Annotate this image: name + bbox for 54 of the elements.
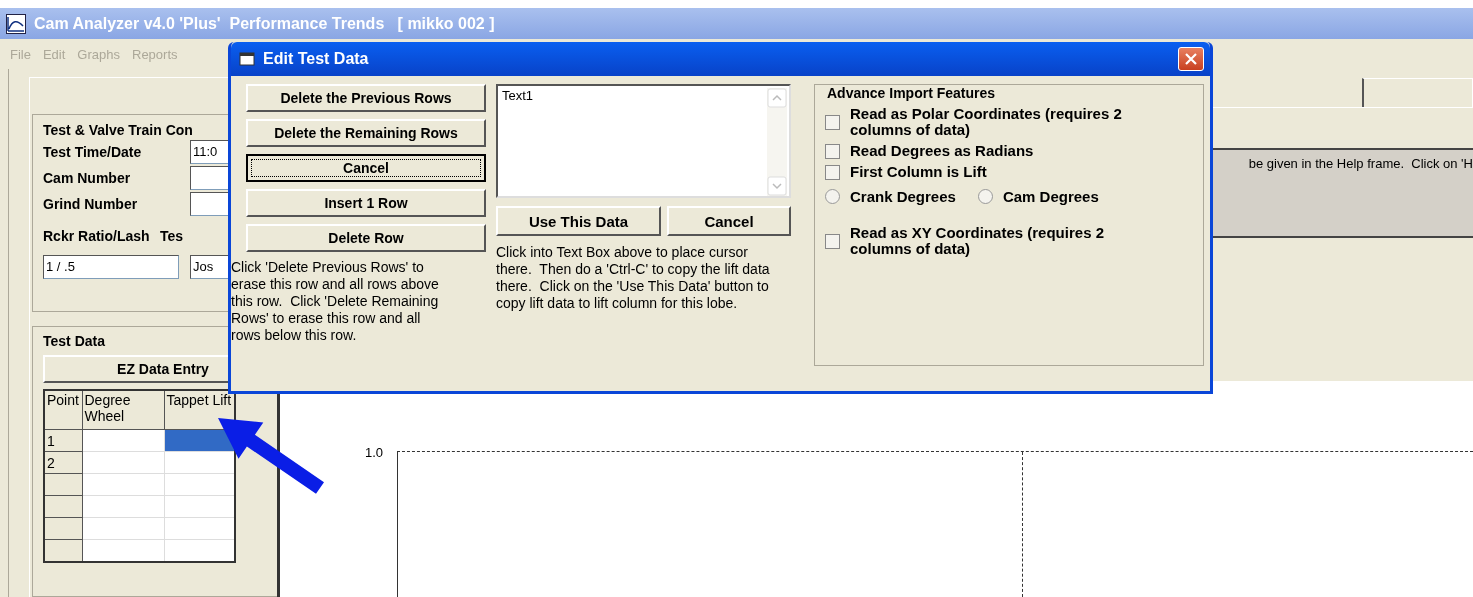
close-icon bbox=[1185, 53, 1197, 65]
row-header bbox=[44, 473, 82, 496]
row-header bbox=[44, 517, 82, 540]
checkbox-label: Read Degrees as Radians bbox=[850, 143, 1035, 159]
table-cell[interactable] bbox=[82, 517, 164, 540]
table-cell[interactable] bbox=[82, 473, 164, 496]
checkbox[interactable] bbox=[825, 143, 840, 159]
tab[interactable] bbox=[1362, 78, 1473, 107]
field-label: Tes bbox=[160, 228, 185, 244]
row-header bbox=[44, 495, 82, 518]
paste-action-button[interactable]: Use This Data bbox=[496, 206, 661, 236]
checkbox-label: First Column is Lift bbox=[850, 164, 988, 180]
table-cell[interactable] bbox=[82, 495, 164, 518]
row-action-button[interactable]: Delete the Previous Rows bbox=[246, 84, 486, 112]
window-title: Cam Analyzer v4.0 'Plus' Performance Trends [ mikko 002 ] bbox=[34, 14, 495, 33]
column-header: Point bbox=[44, 390, 82, 430]
checkbox-label: Read as Polar Coordinates (requires 2 columns of data) bbox=[850, 106, 1123, 138]
checkbox[interactable] bbox=[825, 233, 840, 249]
column-header: Degree Wheel bbox=[82, 390, 164, 430]
close-button[interactable] bbox=[1178, 47, 1204, 71]
checkbox-label: Read as XY Coordinates (requires 2 columns of data) bbox=[850, 225, 1105, 257]
checkbox[interactable] bbox=[825, 114, 840, 130]
axis-tick-label: 1.0 bbox=[365, 445, 384, 462]
window-icon bbox=[239, 52, 255, 66]
group-legend: Test & Valve Train Con bbox=[43, 122, 193, 138]
paste-field[interactable]: Text1 bbox=[496, 84, 791, 198]
column-header: Tappet Lift bbox=[164, 390, 235, 430]
paste-action-button[interactable]: Cancel bbox=[667, 206, 791, 236]
row-header bbox=[44, 539, 82, 562]
row-header: 2 bbox=[44, 451, 82, 474]
row-action-button[interactable]: Delete the Remaining Rows bbox=[246, 119, 486, 147]
dialog-title: Edit Test Data bbox=[263, 50, 370, 68]
text-field[interactable]: 1 / .5 bbox=[43, 255, 179, 279]
field-label: Cam Number bbox=[43, 170, 132, 186]
table-cell[interactable] bbox=[82, 451, 164, 474]
group-legend: Advance Import Features bbox=[825, 85, 998, 101]
field-label: Grind Number bbox=[43, 196, 139, 212]
help-text: be given in the Help frame. Click on 'H bbox=[1248, 156, 1473, 173]
table-cell[interactable] bbox=[82, 429, 164, 452]
row-action-button[interactable]: Delete Row bbox=[246, 224, 486, 252]
checkbox[interactable] bbox=[825, 164, 840, 180]
row-header: 1 bbox=[44, 429, 82, 452]
field-label: Rckr Ratio/Lash bbox=[43, 228, 151, 244]
radio-label: Crank Degrees bbox=[850, 188, 956, 205]
app-graph-icon bbox=[6, 13, 26, 34]
radio-button[interactable] bbox=[825, 189, 840, 204]
radio-label: Cam Degrees bbox=[1002, 188, 1099, 205]
scrollbar[interactable] bbox=[767, 88, 787, 196]
row-action-button[interactable]: Insert 1 Row bbox=[246, 189, 486, 217]
instructions-text: Click into Text Box above to place cursor there. Then do a 'Ctrl-C' to copy the lift data there. Click on the 'Use This Data' button to copy lift data to lift column for this lobe. bbox=[496, 244, 771, 312]
row-action-button[interactable]: Cancel bbox=[246, 154, 486, 182]
group-legend: Test Data bbox=[43, 333, 105, 349]
field-label: Test Time/Date bbox=[43, 144, 143, 160]
radio-button[interactable] bbox=[977, 189, 993, 204]
